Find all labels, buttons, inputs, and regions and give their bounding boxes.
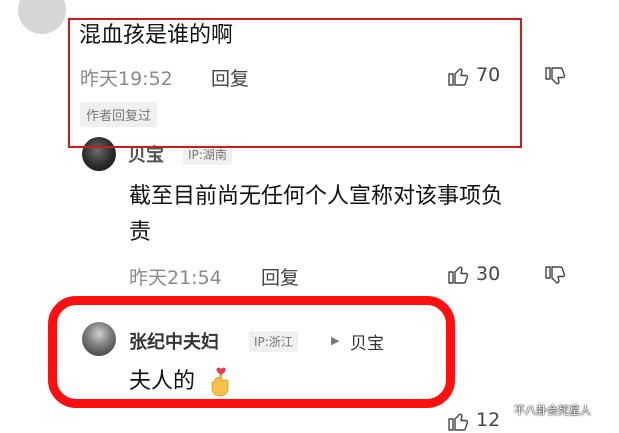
reply-time: 昨天21:54 <box>129 267 222 289</box>
highlight-box <box>48 296 455 408</box>
thumbs-up-icon[interactable] <box>446 409 470 433</box>
thumbs-up-icon[interactable] <box>446 262 470 286</box>
thumbs-down-icon[interactable] <box>543 65 567 89</box>
like-count: 12 <box>476 409 501 431</box>
watermark: 不八卦会死星人 <box>514 404 591 417</box>
highlight-box <box>68 18 522 148</box>
reply-text-line1: 截至目前尚无任何个人宣称对该事项负 <box>129 184 504 209</box>
like-count: 30 <box>476 263 501 285</box>
reply-text-line2: 责 <box>129 220 152 245</box>
reply-button[interactable]: 回复 <box>261 263 299 290</box>
avatar[interactable] <box>18 0 66 34</box>
thumbs-down-icon[interactable] <box>543 264 567 288</box>
